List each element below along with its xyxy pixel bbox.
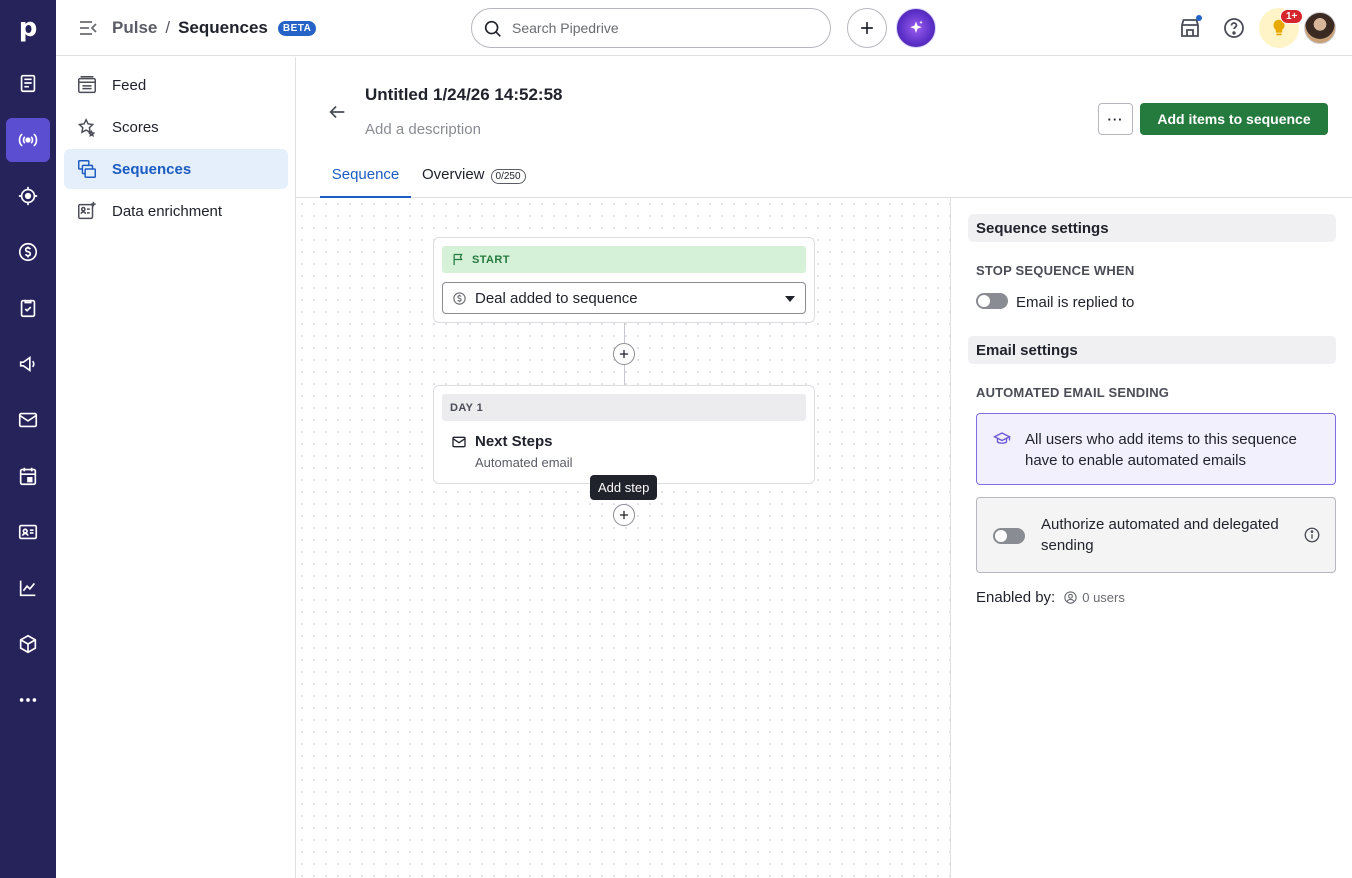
- enabled-by-row: Enabled by: 0 users: [976, 589, 1125, 606]
- settings-panel: Sequence settings STOP SEQUENCE WHEN Ema…: [952, 198, 1352, 878]
- deals-icon[interactable]: [6, 230, 50, 274]
- target-icon[interactable]: [6, 174, 50, 218]
- more-actions-button[interactable]: ···: [1098, 103, 1133, 135]
- mail-icon: [452, 436, 466, 448]
- feed-icon: [78, 76, 96, 94]
- start-label-bar: START: [442, 246, 806, 273]
- products-icon[interactable]: [6, 622, 50, 666]
- sidebar-item-scores[interactable]: Scores: [64, 107, 288, 147]
- sequence-description-field[interactable]: Add a description: [365, 121, 481, 138]
- authorize-sending-box: Authorize automated and delegated sendin…: [976, 497, 1336, 573]
- tab-label: Sequence: [331, 166, 400, 183]
- sidebar-item-label: Scores: [112, 118, 159, 136]
- pulse-icon[interactable]: [6, 118, 50, 162]
- breadcrumb-parent[interactable]: Pulse: [112, 18, 157, 38]
- tab-label: Overview: [422, 166, 485, 183]
- activities-icon[interactable]: [6, 286, 50, 330]
- stars-icon: [77, 117, 96, 138]
- ai-assistant-button[interactable]: [896, 8, 936, 48]
- contacts-icon[interactable]: [6, 510, 50, 554]
- email-settings-heading: Email settings: [968, 336, 1336, 364]
- help-icon[interactable]: [1220, 14, 1248, 42]
- add-step-tooltip: Add step: [590, 475, 658, 500]
- breadcrumb: Pulse / Sequences BETA: [112, 18, 317, 38]
- breadcrumb-current: Sequences: [178, 18, 268, 37]
- sidebar-item-sequences[interactable]: Sequences: [64, 149, 288, 189]
- search-input[interactable]: Search Pipedrive: [471, 8, 831, 48]
- sequence-settings-heading: Sequence settings: [968, 214, 1336, 242]
- back-arrow-icon[interactable]: [326, 101, 348, 123]
- step-title: Next Steps: [475, 433, 553, 450]
- sequence-title[interactable]: Untitled 1/24/26 14:52:58: [365, 85, 562, 105]
- search-placeholder: Search Pipedrive: [512, 20, 619, 36]
- leads-icon[interactable]: [6, 61, 50, 105]
- overview-count-badge: 0/250: [490, 169, 526, 184]
- sidebar-item-feed[interactable]: Feed: [64, 65, 288, 105]
- automated-email-info: All users who add items to this sequence…: [976, 413, 1336, 485]
- add-step-button[interactable]: [613, 504, 635, 526]
- search-icon: [484, 20, 501, 37]
- insights-icon[interactable]: [6, 566, 50, 610]
- start-card: START Deal added to sequence: [433, 237, 815, 323]
- add-items-to-sequence-button[interactable]: Add items to sequence: [1140, 103, 1328, 135]
- chevron-down-icon: [785, 296, 795, 302]
- beta-badge: BETA: [277, 20, 317, 36]
- sequences-icon: [78, 160, 96, 178]
- sidebar-item-data-enrichment[interactable]: Data enrichment: [64, 191, 288, 231]
- top-bar: Pulse / Sequences BETA Search Pipedrive …: [56, 0, 1352, 56]
- sequence-header: Untitled 1/24/26 14:52:58 Add a descript…: [296, 57, 1352, 198]
- calendar-icon[interactable]: [6, 454, 50, 498]
- enabled-count-text: 0 users: [1082, 590, 1125, 605]
- breadcrumb-separator: /: [165, 18, 171, 37]
- campaigns-icon[interactable]: [6, 342, 50, 386]
- stop-sequence-label: STOP SEQUENCE WHEN: [976, 263, 1135, 278]
- tab-sequence[interactable]: Sequence: [320, 166, 411, 198]
- user-avatar[interactable]: [1304, 12, 1336, 44]
- sidebar-item-label: Data enrichment: [112, 202, 223, 220]
- enrichment-icon: [78, 201, 96, 220]
- pulse-sidebar: Feed Scores Sequences Data enrichment: [56, 57, 296, 878]
- sidebar-item-label: Sequences: [112, 160, 192, 178]
- main-navigation-rail: p: [0, 0, 56, 878]
- flag-icon: [453, 253, 463, 266]
- authorize-sending-label: Authorize automated and delegated sendin…: [1041, 516, 1279, 554]
- step-subtitle: Automated email: [475, 455, 573, 470]
- mail-icon[interactable]: [6, 398, 50, 442]
- authorize-sending-toggle[interactable]: [993, 528, 1025, 544]
- user-circle-icon: [1064, 591, 1077, 604]
- marketplace-notification-dot: [1196, 15, 1202, 21]
- add-step-button[interactable]: [613, 343, 635, 365]
- trigger-value: Deal added to sequence: [475, 289, 638, 307]
- sequence-canvas[interactable]: START Deal added to sequence DAY 1 Next …: [296, 198, 951, 878]
- email-replied-toggle[interactable]: [976, 293, 1008, 309]
- plus-icon: [861, 22, 873, 34]
- automated-email-label: AUTOMATED EMAIL SENDING: [976, 385, 1170, 400]
- start-label: START: [472, 253, 510, 266]
- more-icon[interactable]: [6, 678, 50, 722]
- trigger-select[interactable]: Deal added to sequence: [442, 282, 806, 314]
- info-text: All users who add items to this sequence…: [1025, 431, 1297, 469]
- sidebar-item-label: Feed: [112, 76, 147, 94]
- tab-overview[interactable]: Overview 0/250: [422, 166, 526, 198]
- email-replied-label: Email is replied to: [1016, 294, 1135, 311]
- quick-add-button[interactable]: [847, 8, 887, 48]
- step-card[interactable]: DAY 1 Next Steps Automated email: [433, 385, 815, 484]
- sparkle-icon: [910, 20, 923, 33]
- enabled-users-count[interactable]: 0 users: [1063, 590, 1125, 605]
- plus-icon: [619, 510, 629, 520]
- dollar-icon: [453, 292, 466, 305]
- enabled-by-label: Enabled by:: [976, 589, 1056, 606]
- info-icon[interactable]: [1303, 526, 1321, 544]
- notification-badge: 1+: [1280, 9, 1304, 24]
- plus-icon: [619, 349, 629, 359]
- day-label: DAY 1: [442, 394, 806, 421]
- graduation-cap-icon: [993, 432, 1011, 444]
- collapse-menu-icon[interactable]: [76, 16, 100, 40]
- pipedrive-logo[interactable]: p: [0, 0, 56, 56]
